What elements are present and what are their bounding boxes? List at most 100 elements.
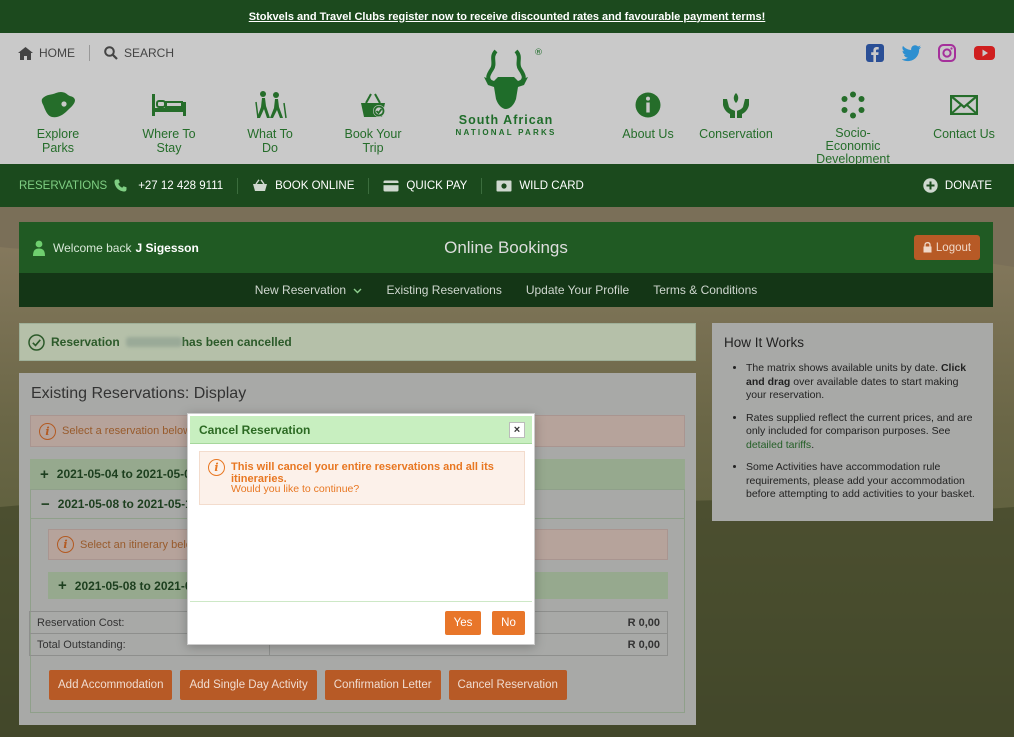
donate-label: DONATE bbox=[944, 179, 992, 192]
nav-about-label: About Us bbox=[622, 127, 674, 141]
confirm-question: Would you like to continue? bbox=[231, 483, 360, 495]
subnav-existing-reservations[interactable]: Existing Reservations bbox=[386, 283, 501, 297]
redacted-reservation-number bbox=[125, 337, 182, 347]
quick-pay-link[interactable]: QUICK PAY bbox=[369, 180, 481, 192]
success-prefix: Reservation bbox=[51, 335, 120, 349]
itinerary-1-label: 2021-05-08 to 2021-05 bbox=[74, 578, 199, 593]
how-text: Some Activities have accommodation rule … bbox=[746, 461, 975, 500]
minus-icon: − bbox=[41, 495, 50, 513]
facebook-icon[interactable] bbox=[866, 44, 884, 62]
nav-where-to-stay[interactable]: Where To Stay bbox=[131, 91, 207, 155]
list-item: Rates supplied reflect the current price… bbox=[746, 412, 981, 453]
nav-about-us[interactable]: About Us bbox=[622, 91, 674, 141]
phone-number: +27 12 428 9111 bbox=[138, 179, 224, 192]
reservations-phone[interactable]: RESERVATIONS +27 12 428 9111 bbox=[0, 179, 237, 192]
dialog-header: Cancel Reservation × bbox=[190, 416, 532, 444]
instagram-icon[interactable] bbox=[938, 44, 956, 62]
subnav-terms[interactable]: Terms & Conditions bbox=[653, 283, 757, 297]
basket-icon bbox=[361, 93, 385, 117]
kudu-logo-icon: ® bbox=[484, 48, 543, 109]
add-single-day-activity-button[interactable]: Add Single Day Activity bbox=[180, 670, 317, 700]
welcome-message: Welcome back J Sigesson bbox=[33, 240, 199, 256]
lock-icon bbox=[923, 242, 932, 253]
info-icon: i bbox=[57, 536, 74, 553]
online-bookings-header: Welcome back J Sigesson Online Bookings … bbox=[19, 222, 993, 273]
youtube-icon[interactable] bbox=[974, 44, 995, 62]
close-icon: × bbox=[513, 424, 521, 436]
plus-circle-icon bbox=[923, 178, 938, 193]
confirmation-letter-button[interactable]: Confirmation Letter bbox=[324, 670, 441, 700]
cancel-reservation-button[interactable]: Cancel Reservation bbox=[448, 670, 567, 700]
south-africa-map-icon bbox=[41, 91, 75, 118]
nav-socio-economic[interactable]: Socio-Economic Development bbox=[808, 91, 898, 166]
select-reservation-text: Select a reservation below to bbox=[62, 425, 204, 437]
info-icon bbox=[635, 92, 661, 118]
nav-stay-label: Where To Stay bbox=[142, 127, 196, 155]
success-suffix: has been cancelled bbox=[181, 335, 292, 349]
donate-link[interactable]: DONATE bbox=[909, 178, 1006, 193]
info-icon: i bbox=[208, 459, 225, 476]
nav-contact-us[interactable]: Contact Us bbox=[932, 91, 996, 141]
how-text: . bbox=[811, 438, 815, 451]
cancellation-success-alert: Reservation has been cancelled bbox=[19, 323, 696, 361]
registered-mark: ® bbox=[534, 48, 543, 58]
yes-button[interactable]: Yes bbox=[445, 611, 481, 635]
welcome-label: Welcome back bbox=[53, 240, 132, 255]
book-online-label: BOOK ONLINE bbox=[275, 179, 355, 192]
nav-what-to-do[interactable]: What To Do bbox=[239, 91, 301, 155]
credit-card-icon bbox=[383, 180, 399, 191]
accordion-1-label: 2021-05-04 to 2021-05-0 bbox=[56, 467, 191, 481]
wild-card-label: WILD CARD bbox=[519, 179, 584, 192]
nav-book-your-trip[interactable]: Book Your Trip bbox=[334, 91, 412, 155]
plus-icon: + bbox=[58, 577, 67, 594]
list-item: Some Activities have accommodation rule … bbox=[746, 461, 981, 502]
user-name: J Sigesson bbox=[135, 240, 199, 255]
wild-card-link[interactable]: WILD CARD bbox=[482, 180, 598, 192]
nav-contact-label: Contact Us bbox=[933, 127, 995, 141]
dialog-title: Cancel Reservation bbox=[199, 422, 311, 437]
chevron-down-icon bbox=[353, 288, 362, 294]
search-icon bbox=[104, 46, 118, 60]
book-online-link[interactable]: BOOK ONLINE bbox=[238, 179, 368, 192]
site-header: HOME SEARCH Explore Parks Where To Stay … bbox=[0, 33, 1014, 166]
warning-text: This will cancel your entire reservation… bbox=[231, 461, 494, 485]
reservations-label: RESERVATIONS bbox=[19, 179, 108, 192]
how-it-works-title: How It Works bbox=[724, 335, 805, 350]
divider bbox=[89, 45, 90, 61]
promo-link[interactable]: Stokvels and Travel Clubs register now t… bbox=[249, 11, 766, 23]
wild-card-icon bbox=[496, 180, 512, 191]
envelope-icon bbox=[950, 95, 978, 115]
twitter-icon[interactable] bbox=[901, 44, 921, 62]
logo-line-1: South African bbox=[458, 113, 554, 127]
subnav-new-reservation[interactable]: New Reservation bbox=[255, 283, 363, 297]
logout-button[interactable]: Logout bbox=[914, 235, 980, 260]
nav-conservation[interactable]: Conservation bbox=[699, 91, 773, 141]
conservation-hands-icon bbox=[723, 93, 749, 118]
social-links bbox=[866, 44, 995, 62]
plus-icon: + bbox=[40, 465, 49, 483]
nav-conservation-label: Conservation bbox=[699, 127, 773, 141]
subnav-update-profile[interactable]: Update Your Profile bbox=[526, 283, 629, 297]
close-button[interactable]: × bbox=[509, 422, 525, 438]
home-link[interactable]: HOME bbox=[18, 46, 75, 60]
detailed-tariffs-link[interactable]: detailed tariffs bbox=[746, 439, 811, 451]
add-accommodation-button[interactable]: Add Accommodation bbox=[49, 670, 173, 700]
reservation-bar: RESERVATIONS +27 12 428 9111 BOOK ONLINE… bbox=[0, 164, 1014, 207]
no-button[interactable]: No bbox=[492, 611, 525, 635]
new-reservation-label: New Reservation bbox=[254, 283, 347, 297]
search-label: SEARCH bbox=[124, 46, 175, 60]
search-link[interactable]: SEARCH bbox=[104, 46, 174, 60]
accordion-2-label: 2021-05-08 to 2021-05-1 bbox=[57, 497, 192, 511]
how-it-works-panel: How It Works The matrix shows available … bbox=[712, 323, 993, 521]
how-it-works-list: The matrix shows available units by date… bbox=[724, 362, 981, 502]
nav-book-label: Book Your Trip bbox=[344, 127, 402, 155]
quick-pay-label: QUICK PAY bbox=[406, 179, 468, 192]
logo-line-2: NATIONAL PARKS bbox=[455, 128, 557, 137]
cancel-warning: i This will cancel your entire reservati… bbox=[199, 451, 525, 505]
nav-explore-parks[interactable]: Explore Parks bbox=[22, 91, 94, 155]
select-itinerary-text: Select an itinerary below bbox=[80, 538, 200, 551]
logout-label: Logout bbox=[935, 241, 972, 254]
sanparks-logo[interactable]: ® South African NATIONAL PARKS bbox=[447, 33, 565, 164]
home-label: HOME bbox=[39, 46, 75, 60]
utility-links: HOME SEARCH bbox=[18, 45, 174, 61]
